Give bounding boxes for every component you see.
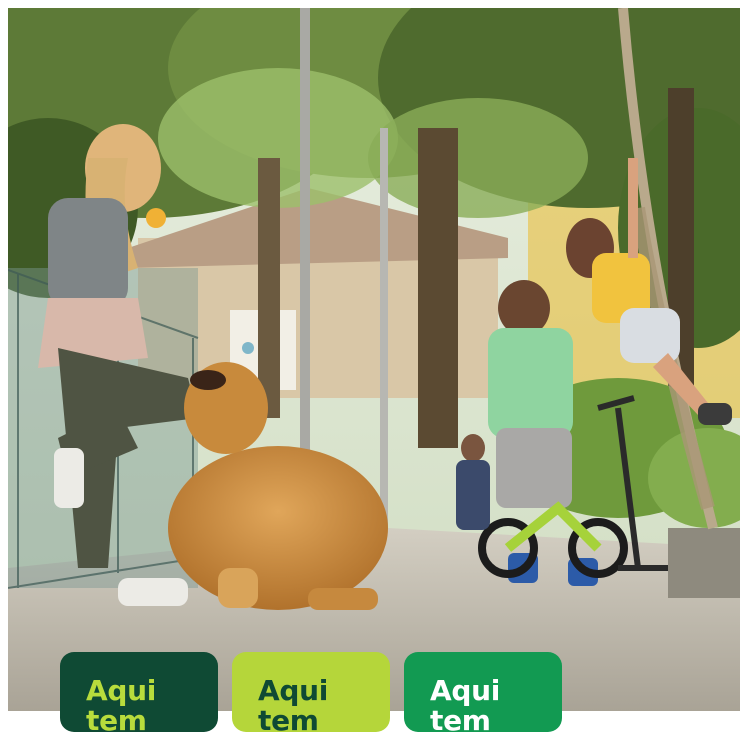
page-frame: Aqui tem Aqui tem Aqui tem [0, 0, 740, 732]
card-3-label: Aqui [430, 674, 501, 707]
hero-photo-illustration [8, 8, 740, 711]
service-cards: Aqui tem Aqui tem Aqui tem [60, 652, 570, 732]
card-aqui-2[interactable]: Aqui tem [232, 652, 390, 732]
hero-photo [8, 8, 740, 711]
card-3-sub: tem [430, 704, 491, 732]
card-2-sub: tem [258, 704, 319, 732]
card-2-label: Aqui [258, 674, 329, 707]
card-1-sub: tem [86, 704, 147, 732]
card-aqui-3[interactable]: Aqui tem [404, 652, 562, 732]
card-aqui-1[interactable]: Aqui tem [60, 652, 218, 732]
card-1-label: Aqui [86, 674, 157, 707]
